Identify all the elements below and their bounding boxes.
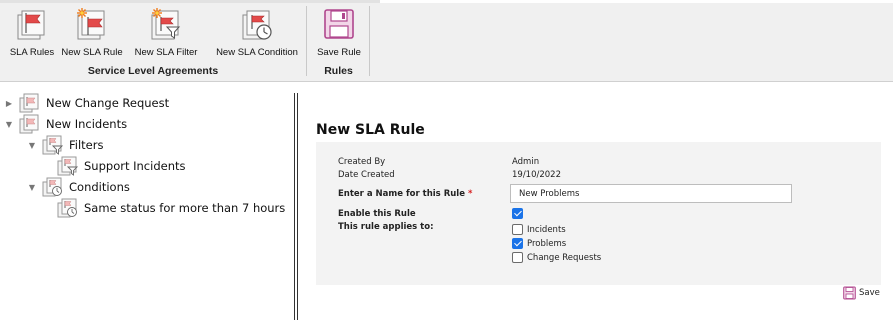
- ribbon-group-sla: SLA Rules New SLA Rule New SLA Filter Ne…: [0, 3, 306, 81]
- change-requests-checkbox[interactable]: [512, 252, 523, 263]
- ribbon-toolbar: SLA Rules New SLA Rule New SLA Filter Ne…: [0, 0, 893, 82]
- filter-document-icon: [57, 156, 78, 176]
- new-sla-filter-label: New SLA Filter: [134, 47, 198, 58]
- problems-checkbox[interactable]: [512, 238, 523, 249]
- tree-item-label: New Change Request: [46, 96, 170, 110]
- new-sla-condition-label: New SLA Condition: [216, 47, 298, 58]
- rule-document-icon: [19, 114, 39, 134]
- new-sla-rule-icon: [77, 8, 105, 40]
- ribbon-group-label-sla: Service Level Agreements: [87, 65, 219, 77]
- tree-item-label: Same status for more than 7 hours: [84, 201, 286, 215]
- tree-item-conditions[interactable]: ▼ Conditions: [27, 177, 130, 197]
- ribbon-group-label-rules: Rules: [324, 65, 353, 77]
- ribbon-group-divider: [306, 6, 307, 76]
- save-link[interactable]: Save: [843, 285, 880, 301]
- rule-name-label-text: Enter a Name for this Rule: [338, 189, 465, 199]
- incidents-option-label: Incidents: [527, 225, 566, 235]
- floppy-disk-icon: [324, 9, 354, 39]
- new-sla-rule-button[interactable]: New SLA Rule: [60, 7, 124, 63]
- created-by-label: Created By: [338, 157, 386, 167]
- problems-option-label: Problems: [527, 239, 567, 249]
- sla-rules-label: SLA Rules: [9, 47, 55, 58]
- date-created-label: Date Created: [338, 170, 395, 180]
- floppy-disk-icon: [843, 286, 856, 300]
- new-sla-filter-button[interactable]: New SLA Filter: [132, 7, 200, 63]
- condition-document-icon: [42, 177, 62, 197]
- sla-rules-button[interactable]: SLA Rules: [8, 7, 56, 63]
- sla-rules-icon: [17, 10, 45, 40]
- save-rule-button[interactable]: Save Rule: [314, 7, 364, 63]
- page-title: New SLA Rule: [316, 122, 425, 138]
- tree-item-new-change-request[interactable]: ▶ New Change Request: [4, 93, 169, 113]
- applies-to-label: This rule applies to:: [338, 222, 434, 232]
- tree-item-label: Conditions: [69, 180, 130, 194]
- save-link-label: Save: [859, 288, 880, 298]
- ribbon-group-divider: [369, 6, 370, 76]
- tree-expand-arrow-icon[interactable]: ▶: [4, 93, 14, 113]
- sla-rules-tree: ▶ New Change Request ▼ New Incidents ▼ F…: [0, 90, 290, 320]
- ribbon-group-rules: Save Rule Rules: [308, 3, 369, 81]
- tree-collapse-arrow-icon[interactable]: ▼: [27, 135, 37, 155]
- rule-document-icon: [19, 93, 39, 113]
- tree-collapse-arrow-icon[interactable]: ▼: [4, 114, 14, 134]
- tree-collapse-arrow-icon[interactable]: ▼: [27, 177, 37, 197]
- save-rule-label: Save Rule: [317, 47, 361, 58]
- new-sla-rule-label: New SLA Rule: [61, 47, 123, 58]
- change-requests-option-label: Change Requests: [527, 253, 602, 263]
- tree-item-label: Support Incidents: [84, 159, 186, 173]
- created-by-value: Admin: [512, 157, 540, 167]
- tree-item-label: New Incidents: [46, 117, 128, 131]
- enable-rule-checkbox[interactable]: [512, 208, 523, 219]
- rule-name-label: Enter a Name for this Rule *: [338, 189, 472, 199]
- new-sla-condition-icon: [242, 10, 272, 40]
- new-sla-condition-button[interactable]: New SLA Condition: [214, 7, 300, 63]
- rule-name-input[interactable]: [510, 184, 792, 203]
- tree-item-same-status-condition[interactable]: Same status for more than 7 hours: [42, 198, 285, 218]
- condition-document-icon: [57, 198, 77, 218]
- required-marker: *: [467, 189, 473, 199]
- pane-splitter[interactable]: [294, 93, 298, 320]
- enable-rule-label: Enable this Rule: [338, 209, 416, 219]
- date-created-value: 19/10/2022: [512, 170, 561, 180]
- tree-item-new-incidents[interactable]: ▼ New Incidents: [4, 114, 127, 134]
- rule-form-panel: Created By Admin Date Created 19/10/2022…: [316, 142, 881, 285]
- new-sla-filter-icon: [151, 8, 181, 40]
- tree-item-support-incidents[interactable]: Support Incidents: [42, 156, 185, 176]
- incidents-checkbox[interactable]: [512, 224, 523, 235]
- tree-item-label: Filters: [69, 138, 104, 152]
- filter-document-icon: [42, 135, 63, 155]
- tree-item-filters[interactable]: ▼ Filters: [27, 135, 103, 155]
